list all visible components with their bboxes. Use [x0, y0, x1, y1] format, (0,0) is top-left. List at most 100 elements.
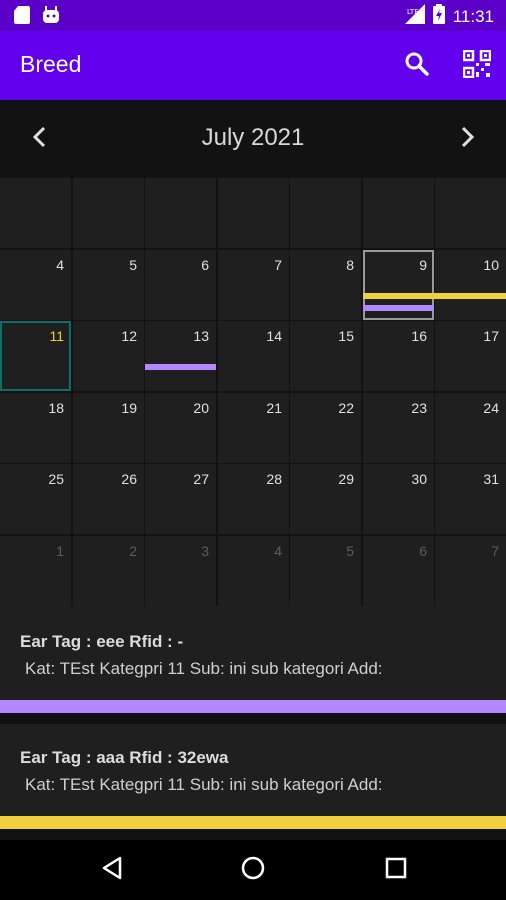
day-number: 14: [266, 328, 282, 344]
recents-icon: [385, 857, 407, 884]
day-number: 27: [193, 471, 209, 487]
entry-color-stripe: [0, 816, 506, 829]
event-indicator: [363, 305, 434, 311]
calendar-day-cell[interactable]: 13: [145, 321, 216, 391]
calendar-day-cell[interactable]: 1: [0, 536, 71, 606]
calendar-day-cell[interactable]: 20: [145, 393, 216, 463]
entry-title: Ear Tag : eee Rfid : -: [20, 632, 184, 651]
day-number: 26: [121, 471, 137, 487]
calendar-day-cell[interactable]: 15: [290, 321, 361, 391]
calendar-day-cell[interactable]: 18: [0, 393, 71, 463]
calendar-day-cell[interactable]: 2: [73, 536, 144, 606]
day-number: 5: [129, 257, 137, 273]
day-number: 18: [48, 400, 64, 416]
day-number: 3: [201, 543, 209, 559]
back-icon: [101, 856, 123, 885]
entry-title: Ear Tag : aaa Rfid : 32ewa: [20, 748, 229, 767]
system-nav-bar: [0, 840, 506, 900]
day-number: 6: [201, 257, 209, 273]
calendar-day-cell[interactable]: 7: [435, 536, 506, 606]
calendar-day-cell[interactable]: 27: [145, 464, 216, 534]
calendar-day-cell[interactable]: 24: [435, 393, 506, 463]
qr-scan-button[interactable]: [460, 49, 494, 83]
calendar-day-cell[interactable]: 14: [218, 321, 289, 391]
list-item[interactable]: Ear Tag : eee Rfid : - Kat: TEst Kategpr…: [0, 606, 506, 700]
day-number: 11: [49, 328, 64, 344]
day-number: 31: [483, 471, 499, 487]
calendar-day-cell[interactable]: 26: [73, 464, 144, 534]
app-bar: Breed: [0, 31, 506, 100]
calendar-day-cell[interactable]: 11: [0, 321, 71, 391]
day-number: 21: [266, 400, 282, 416]
calendar-day-cell[interactable]: 31: [435, 464, 506, 534]
search-button[interactable]: [400, 49, 434, 83]
calendar-day-cell[interactable]: 8: [290, 250, 361, 320]
status-bar: LTE 11:31: [0, 0, 506, 31]
day-number: 4: [56, 257, 64, 273]
calendar-day-cell[interactable]: 4: [0, 250, 71, 320]
entry-subtitle: Kat: TEst Kategpri 11 Sub: ini sub kateg…: [25, 659, 383, 678]
day-number: 6: [419, 543, 427, 559]
month-title: July 2021: [201, 124, 305, 151]
recents-button[interactable]: [380, 854, 412, 886]
day-number: 22: [338, 400, 354, 416]
event-indicator: [435, 293, 506, 299]
calendar-day-cell[interactable]: 19: [73, 393, 144, 463]
calendar-empty-cell: [73, 178, 144, 248]
day-number: 12: [121, 328, 137, 344]
calendar-day-cell[interactable]: 7: [218, 250, 289, 320]
day-number: 29: [338, 471, 354, 487]
next-month-button[interactable]: [450, 122, 484, 156]
calendar-day-cell[interactable]: 3: [145, 536, 216, 606]
day-number: 1: [56, 543, 64, 559]
event-indicator: [145, 364, 216, 370]
calendar-day-cell[interactable]: 23: [363, 393, 434, 463]
day-number: 28: [266, 471, 282, 487]
calendar-day-cell[interactable]: 21: [218, 393, 289, 463]
day-number: 9: [419, 257, 427, 273]
calendar-day-cell[interactable]: 10: [435, 250, 506, 320]
calendar-day-cell[interactable]: 16: [363, 321, 434, 391]
calendar-day-cell[interactable]: 12: [73, 321, 144, 391]
day-number: 30: [411, 471, 427, 487]
calendar-day-cell[interactable]: 17: [435, 321, 506, 391]
list-item[interactable]: Ear Tag : aaa Rfid : 32ewa Kat: TEst Kat…: [0, 724, 506, 818]
home-button[interactable]: [237, 854, 269, 886]
calendar-day-cell[interactable]: 25: [0, 464, 71, 534]
day-number: 24: [483, 400, 499, 416]
calendar-day-cell[interactable]: 30: [363, 464, 434, 534]
calendar-day-cell[interactable]: 29: [290, 464, 361, 534]
day-number: 16: [411, 328, 427, 344]
day-number: 7: [274, 257, 282, 273]
battery-charging-icon: [432, 4, 445, 29]
calendar-day-cell[interactable]: 28: [218, 464, 289, 534]
home-icon: [240, 855, 266, 886]
calendar-day-cell[interactable]: 6: [145, 250, 216, 320]
day-number: 7: [491, 543, 499, 559]
day-number: 4: [274, 543, 282, 559]
calendar-day-cell[interactable]: 5: [73, 250, 144, 320]
app-title: Breed: [20, 51, 82, 77]
calendar-day-cell[interactable]: 22: [290, 393, 361, 463]
calendar-day-cell[interactable]: 4: [218, 536, 289, 606]
calendar-header: July 2021: [0, 100, 506, 178]
day-number: 25: [48, 471, 64, 487]
chevron-right-icon: [458, 125, 476, 154]
entry-subtitle: Kat: TEst Kategpri 11 Sub: ini sub kateg…: [25, 775, 383, 794]
back-button[interactable]: [96, 854, 128, 886]
calendar-day-cell[interactable]: 5: [290, 536, 361, 606]
sd-card-icon: [14, 6, 30, 29]
day-number: 15: [338, 328, 354, 344]
status-time: 11:31: [452, 6, 494, 26]
event-indicator: [363, 293, 437, 299]
calendar-grid: 4 5 6 7 8 9 10 11 12 13 14 15 16 17 18 19 20 21 22 23 24 25 26…: [0, 178, 506, 606]
calendar-empty-cell: [435, 178, 506, 248]
calendar-empty-cell: [290, 178, 361, 248]
calendar-view: July 2021 4 5 6 7 8 9 10 11 12 13 14 15 16 17 18 19 20 21…: [0, 100, 506, 606]
day-number: 10: [483, 257, 499, 273]
calendar-empty-cell: [0, 178, 71, 248]
search-icon: [404, 51, 430, 82]
day-number: 17: [483, 328, 499, 344]
entry-color-stripe: [0, 700, 506, 713]
calendar-day-cell[interactable]: 6: [363, 536, 434, 606]
